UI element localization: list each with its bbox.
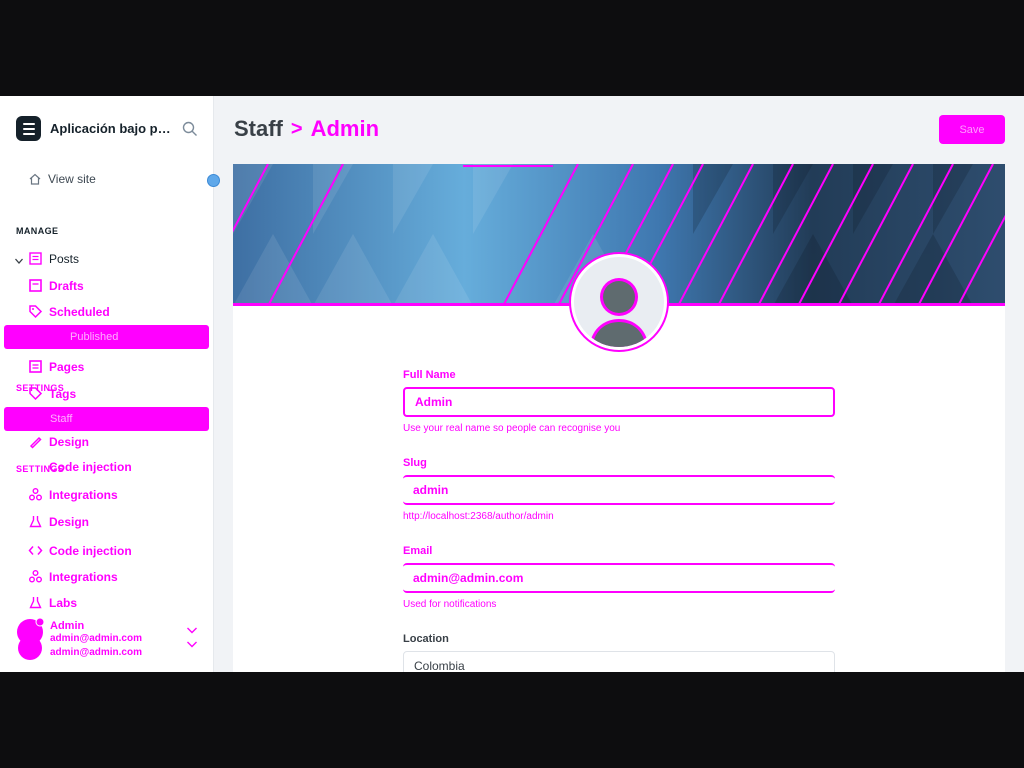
email-label: Email xyxy=(403,545,433,557)
labs-icon xyxy=(29,516,42,528)
section-manage: MANAGE xyxy=(16,226,59,236)
tag-icon xyxy=(29,387,43,401)
sidebar-item-design-settings[interactable]: Design xyxy=(28,514,89,529)
sidebar-item-published[interactable]: Published xyxy=(4,325,209,349)
sidebar-item-labs[interactable]: Labs xyxy=(28,595,77,610)
brand[interactable]: Aplicación bajo pr... xyxy=(16,116,172,141)
tag-icon xyxy=(29,305,43,319)
slug-input[interactable] xyxy=(403,475,835,505)
save-button[interactable]: Save xyxy=(939,115,1005,144)
location-label: Location xyxy=(403,633,449,645)
staff-label: Staff xyxy=(50,413,73,425)
published-label: Published xyxy=(70,331,119,343)
main-content: Staff > Admin Save Full Name Admin Use y… xyxy=(214,96,1024,672)
section-settings-label: SETTINGS xyxy=(16,464,65,474)
view-site-label: View site xyxy=(48,172,96,186)
sidebar-item-scheduled[interactable]: Scheduled xyxy=(28,304,110,319)
brush-icon xyxy=(29,436,42,449)
sidebar-item-integrations-settings[interactable]: Integrations xyxy=(28,569,118,584)
email-input[interactable] xyxy=(403,563,835,593)
search-icon[interactable] xyxy=(182,121,198,137)
drafts-label: Drafts xyxy=(49,278,84,293)
full-name-label: Full Name xyxy=(403,369,456,381)
sidebar-item-tags[interactable]: Tags xyxy=(28,386,76,401)
user-email-secondary: admin@admin.com xyxy=(50,647,142,658)
code-injection2-label: Code injection xyxy=(49,543,132,558)
sidebar: Aplicación bajo pr... View site MANAGE P… xyxy=(0,96,220,672)
slug-help: http://localhost:2368/author/admin xyxy=(403,511,554,522)
full-name-help: Use your real name so people can recogni… xyxy=(403,423,621,434)
design-label: Design xyxy=(49,434,90,449)
user-placeholder-icon xyxy=(589,278,649,347)
flask-icon xyxy=(29,597,42,609)
profile-picture[interactable] xyxy=(571,254,667,350)
integrations-icon xyxy=(29,570,42,583)
integrations-label: Integrations xyxy=(49,487,118,502)
app-title: Aplicación bajo pr... xyxy=(50,121,172,136)
tags-label: Tags xyxy=(49,386,77,401)
integrations-icon xyxy=(29,488,42,501)
design2-label: Design xyxy=(49,514,90,529)
sidebar-item-design[interactable]: Design xyxy=(28,434,89,449)
breadcrumb: Staff > Admin xyxy=(234,116,379,142)
app-logo-icon xyxy=(16,116,41,141)
user-name: Admin xyxy=(50,620,85,632)
sidebar-item-code-injection-settings[interactable]: Code injection xyxy=(28,543,132,558)
chevron-down-icon[interactable] xyxy=(186,640,198,649)
code-icon xyxy=(28,546,43,555)
sidebar-item-integrations[interactable]: Integrations xyxy=(28,487,118,502)
scheduled-label: Scheduled xyxy=(49,304,110,319)
sidebar-item-posts[interactable]: Posts xyxy=(28,251,79,266)
labs-label: Labs xyxy=(49,595,78,610)
pages-label: Pages xyxy=(49,359,85,374)
sidebar-item-pages[interactable]: Pages xyxy=(28,359,84,374)
pages-icon xyxy=(29,279,42,292)
page-title: Admin xyxy=(310,116,380,141)
location-input[interactable] xyxy=(403,651,835,672)
posts-icon xyxy=(29,252,42,265)
profile-card: Full Name Use your real name so people c… xyxy=(233,164,1005,672)
page-icon xyxy=(29,360,42,373)
integrations2-label: Integrations xyxy=(49,569,118,584)
email-help: Used for notifications xyxy=(403,599,497,610)
view-site-link[interactable]: View site xyxy=(28,172,96,186)
chevron-down-icon[interactable] xyxy=(186,626,198,635)
avatar xyxy=(17,618,45,660)
slug-label: Slug xyxy=(403,457,427,469)
admin-screen: Aplicación bajo pr... View site MANAGE P… xyxy=(0,96,1024,672)
breadcrumb-staff[interactable]: Staff xyxy=(234,116,283,142)
chevron-right-icon: > xyxy=(290,117,303,140)
sidebar-item-drafts[interactable]: Drafts xyxy=(28,278,84,293)
chevron-down-icon[interactable] xyxy=(14,256,24,266)
posts-label: Posts xyxy=(49,251,80,266)
user-email: admin@admin.com xyxy=(50,633,142,644)
full-name-input[interactable] xyxy=(403,387,835,417)
home-icon xyxy=(29,173,41,185)
sidebar-item-staff[interactable]: Staff xyxy=(4,407,209,431)
